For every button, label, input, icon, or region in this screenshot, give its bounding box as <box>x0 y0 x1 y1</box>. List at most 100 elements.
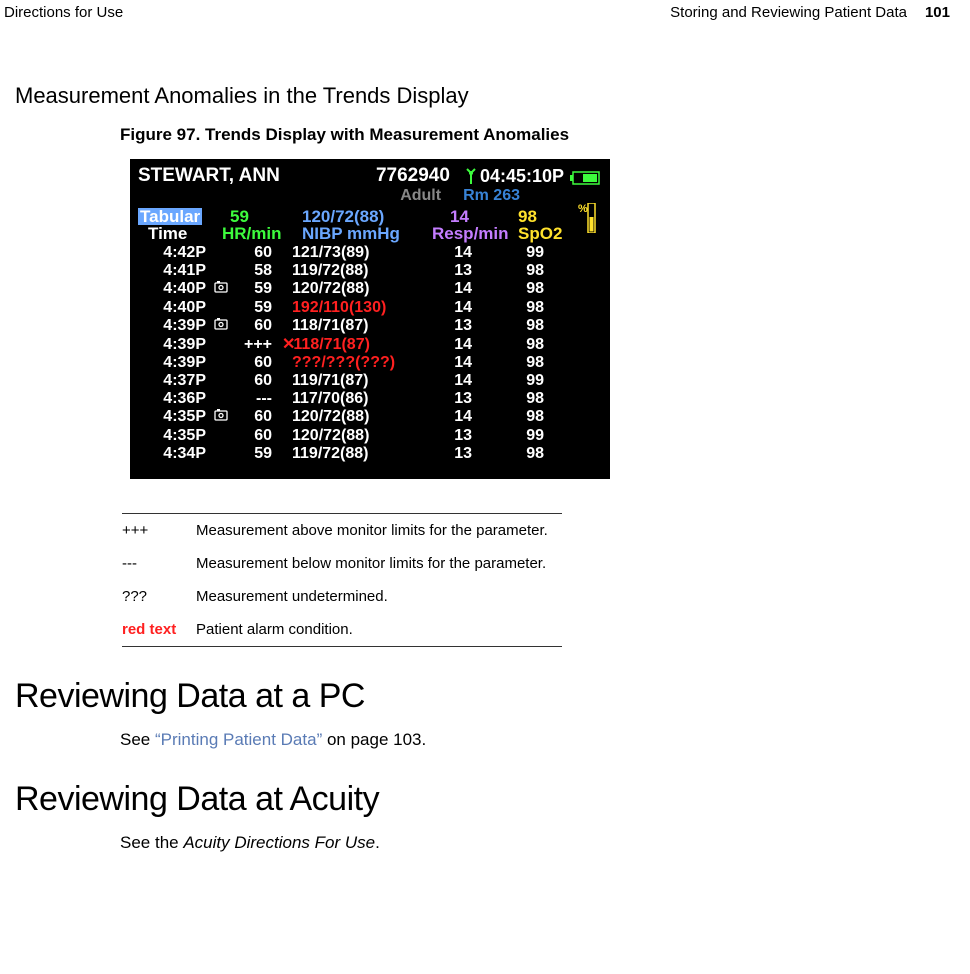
table-row: 4:39P+++✕118/71(87)1498 <box>138 336 602 354</box>
legend-desc: Measurement undetermined. <box>196 588 388 605</box>
room-label: Rm 263 <box>463 187 520 205</box>
cell-nibp: 120/72(88) <box>284 280 414 299</box>
spo2-current: 98 <box>518 208 537 225</box>
table-row: 4:34P59119/72(88)1398 <box>138 445 602 463</box>
body-text-acuity: See the Acuity Directions For Use. <box>0 819 970 853</box>
header-section: Storing and Reviewing Patient Data <box>670 4 907 21</box>
spo2-unit: SpO2 <box>518 225 562 242</box>
cell-time: 4:40P <box>138 280 214 299</box>
cell-resp: 13 <box>414 390 494 408</box>
patient-type: Adult <box>400 187 441 205</box>
cell-resp: 14 <box>414 336 494 354</box>
snapshot-icon <box>214 244 234 262</box>
heading-reviewing-pc: Reviewing Data at a PC <box>0 647 970 716</box>
table-row: 4:41P58119/72(88)1398 <box>138 262 602 280</box>
cell-spo2: 98 <box>494 445 544 463</box>
cell-time: 4:42P <box>138 244 214 262</box>
snapshot-icon <box>214 427 234 445</box>
cell-hr: --- <box>234 390 284 408</box>
legend-symbol: ??? <box>122 588 196 605</box>
table-row: 4:37P60119/71(87)1499 <box>138 372 602 390</box>
cell-time: 4:35P <box>138 408 214 427</box>
cell-hr: 60 <box>234 244 284 262</box>
legend-symbol: --- <box>122 555 196 572</box>
tabular-badge: Tabular <box>138 208 202 225</box>
legend-desc: Measurement above monitor limits for the… <box>196 522 548 539</box>
heading-reviewing-acuity: Reviewing Data at Acuity <box>0 750 970 819</box>
text-pre: See <box>120 730 155 749</box>
resp-unit: Resp/min <box>432 225 509 242</box>
legend-symbol: +++ <box>122 522 196 539</box>
table-row: 4:36P---117/70(86)1398 <box>138 390 602 408</box>
table-row: 4:40P59120/72(88)1498 <box>138 280 602 299</box>
cell-time: 4:39P <box>138 317 214 336</box>
cell-nibp: ✕118/71(87) <box>284 336 414 354</box>
legend-row: ---Measurement below monitor limits for … <box>122 547 562 580</box>
cell-hr: +++ <box>234 336 284 354</box>
legend-symbol: red text <box>122 621 196 638</box>
cell-spo2: 98 <box>494 280 544 299</box>
cell-nibp: 119/72(88) <box>284 445 414 463</box>
cell-resp: 14 <box>414 354 494 372</box>
data-rows: 4:42P60121/73(89)14994:41P58119/72(88)13… <box>138 242 602 463</box>
cell-spo2: 98 <box>494 408 544 427</box>
svg-text:%: % <box>578 203 588 215</box>
snapshot-icon <box>214 299 234 317</box>
cell-nibp: 118/71(87) <box>284 317 414 336</box>
spo2-pct-icon: % <box>578 203 598 238</box>
snapshot-icon <box>214 408 234 427</box>
cell-nibp: 120/72(88) <box>284 427 414 445</box>
cell-nibp: 121/73(89) <box>284 244 414 262</box>
cell-resp: 13 <box>414 317 494 336</box>
snapshot-icon <box>214 354 234 372</box>
legend-desc: Measurement below monitor limits for the… <box>196 555 546 572</box>
cell-spo2: 99 <box>494 427 544 445</box>
cell-hr: 59 <box>234 445 284 463</box>
legend-row: red textPatient alarm condition. <box>122 613 562 646</box>
italic-acuity: Acuity Directions For Use <box>183 833 375 852</box>
snapshot-icon <box>214 317 234 336</box>
cell-spo2: 98 <box>494 262 544 280</box>
cell-spo2: 98 <box>494 354 544 372</box>
cell-hr: 60 <box>234 427 284 445</box>
cell-hr: 58 <box>234 262 284 280</box>
cell-time: 4:41P <box>138 262 214 280</box>
clock-time: 04:45:10P <box>480 166 564 187</box>
cell-spo2: 99 <box>494 244 544 262</box>
cell-resp: 13 <box>414 445 494 463</box>
table-row: 4:35P60120/72(88)1399 <box>138 427 602 445</box>
snapshot-icon <box>214 445 234 463</box>
cell-hr: 60 <box>234 317 284 336</box>
text-pre-b: See the <box>120 833 183 852</box>
snapshot-icon <box>214 280 234 299</box>
snapshot-icon <box>214 262 234 280</box>
nibp-current: 120/72(88) <box>302 208 384 225</box>
cell-resp: 14 <box>414 280 494 299</box>
legend-table: +++Measurement above monitor limits for … <box>122 513 562 647</box>
snapshot-icon <box>214 336 234 354</box>
cell-nibp: ???/???(???) <box>284 354 414 372</box>
time-header: Time <box>138 225 187 242</box>
cell-spo2: 98 <box>494 299 544 317</box>
table-row: 4:40P59192/110(130)1498 <box>138 299 602 317</box>
cell-hr: 60 <box>234 372 284 390</box>
hr-current: 59 <box>222 208 249 225</box>
cell-nibp: 120/72(88) <box>284 408 414 427</box>
text-post-b: . <box>375 833 380 852</box>
cell-nibp: 119/72(88) <box>284 262 414 280</box>
antenna-icon <box>466 168 476 184</box>
patient-name: STEWART, ANN <box>138 165 280 187</box>
cell-time: 4:40P <box>138 299 214 317</box>
body-text-pc: See “Printing Patient Data” on page 103. <box>0 716 970 750</box>
cell-resp: 14 <box>414 408 494 427</box>
text-post: on page 103. <box>322 730 426 749</box>
table-row: 4:42P60121/73(89)1499 <box>138 244 602 262</box>
page-number: 101 <box>925 4 950 21</box>
cell-hr: 60 <box>234 354 284 372</box>
cell-nibp: 119/71(87) <box>284 372 414 390</box>
cell-nibp: 117/70(86) <box>284 390 414 408</box>
cell-resp: 14 <box>414 372 494 390</box>
link-printing-patient-data[interactable]: “Printing Patient Data” <box>155 730 322 749</box>
resp-current: 14 <box>432 208 469 225</box>
snapshot-icon <box>214 372 234 390</box>
